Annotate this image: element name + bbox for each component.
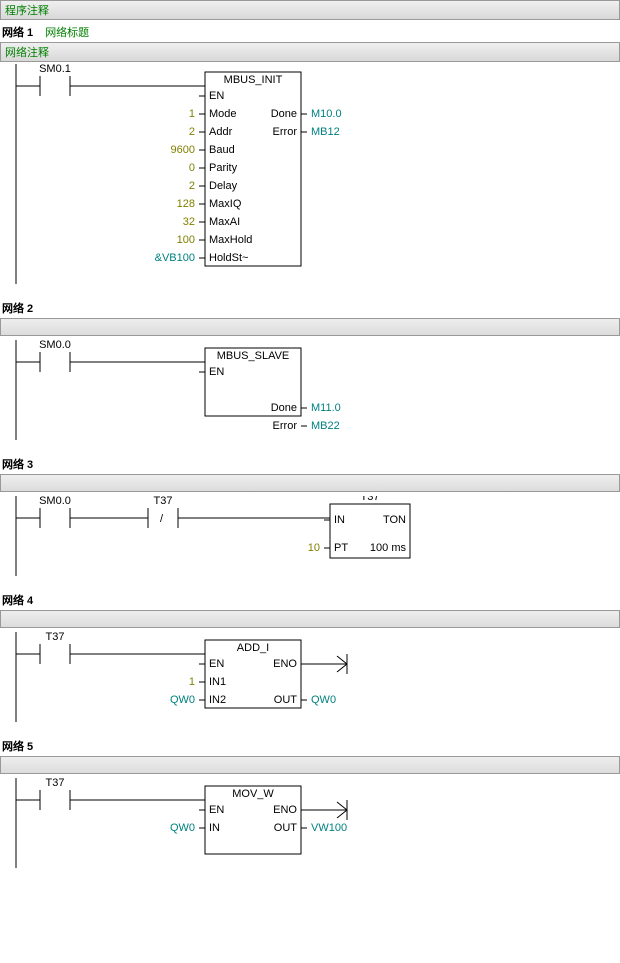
svg-text:ADD_I: ADD_I [237,642,269,654]
ladder-rung: SM0.1 MBUS_INITEN Mode 1 Addr 2 Baud 9600 Parity… [0,64,620,284]
svg-text:10: 10 [308,542,320,554]
svg-text:EN: EN [209,658,224,670]
svg-text:SM0.1: SM0.1 [39,64,71,75]
svg-text:Mode: Mode [209,108,237,120]
svg-text:EN: EN [209,366,224,378]
svg-text:TON: TON [383,514,406,526]
svg-text:/: / [160,513,164,525]
svg-text:Parity: Parity [209,162,238,174]
svg-text:T37: T37 [46,778,65,789]
svg-text:Done: Done [271,402,297,414]
svg-text:IN1: IN1 [209,676,226,688]
svg-text:T37: T37 [46,632,65,643]
svg-text:IN2: IN2 [209,694,226,706]
svg-text:MB22: MB22 [311,420,340,432]
svg-text:Done: Done [271,108,297,120]
ladder-rung: T37 ADD_I EN IN1 1 IN2 QW0 ENO OUT QW0 [0,632,620,722]
svg-text:ENO: ENO [273,804,297,816]
svg-text:IN: IN [334,514,345,526]
svg-text:EN: EN [209,804,224,816]
svg-text:MaxHold: MaxHold [209,234,252,246]
svg-text:OUT: OUT [274,694,298,706]
ladder-rung: T37 MOV_W EN IN QW0 ENO OUT VW100 [0,778,620,868]
svg-text:MB12: MB12 [311,126,340,138]
network-title: 网络 3 [0,454,620,474]
svg-text:MOV_W: MOV_W [232,788,274,800]
network-bar [0,756,620,774]
svg-text:1: 1 [189,676,195,688]
network-bar [0,318,620,336]
svg-text:IN: IN [209,822,220,834]
svg-text:Baud: Baud [209,144,235,156]
network-bar [0,610,620,628]
program-comment-bar: 程序注释 [0,0,620,20]
svg-text:100 ms: 100 ms [370,542,407,554]
svg-text:Error: Error [273,420,298,432]
svg-text:VW100: VW100 [311,822,347,834]
svg-text:QW0: QW0 [311,694,336,706]
svg-text:QW0: QW0 [170,822,195,834]
svg-text:M10.0: M10.0 [311,108,342,120]
svg-text:9600: 9600 [171,144,195,156]
svg-text:32: 32 [183,216,195,228]
svg-text:MBUS_SLAVE: MBUS_SLAVE [217,350,290,362]
network-title: 网络 1网络标题 [0,22,620,42]
svg-text:M11.0: M11.0 [311,402,341,414]
network-comment-bar: 网络注释 [0,42,620,62]
svg-text:ENO: ENO [273,658,297,670]
svg-text:SM0.0: SM0.0 [39,496,71,507]
network-bar [0,474,620,492]
network-title: 网络 2 [0,298,620,318]
svg-text:PT: PT [334,542,348,554]
ladder-rung: SM0.0 MBUS_SLAVE EN Done M11.0 Error MB22 [0,340,620,440]
svg-text:&VB100: &VB100 [155,252,195,264]
svg-text:Error: Error [273,126,298,138]
svg-text:T37: T37 [154,496,173,507]
network-title: 网络 4 [0,590,620,610]
svg-text:SM0.0: SM0.0 [39,340,71,351]
svg-text:EN: EN [209,90,224,102]
svg-text:2: 2 [189,180,195,192]
svg-text:Delay: Delay [209,180,238,192]
svg-text:0: 0 [189,162,195,174]
ladder-rung: SM0.0 / T37 T37 IN TON PT 10 100 ms [0,496,620,576]
svg-text:Addr: Addr [209,126,233,138]
svg-text:100: 100 [177,234,195,246]
svg-text:T37: T37 [361,496,380,503]
svg-text:MBUS_INIT: MBUS_INIT [224,74,283,86]
svg-text:OUT: OUT [274,822,298,834]
svg-text:1: 1 [189,108,195,120]
svg-text:QW0: QW0 [170,694,195,706]
svg-text:MaxIQ: MaxIQ [209,198,242,210]
svg-text:MaxAI: MaxAI [209,216,240,228]
svg-text:128: 128 [177,198,195,210]
network-title: 网络 5 [0,736,620,756]
svg-text:HoldSt~: HoldSt~ [209,252,248,264]
svg-text:2: 2 [189,126,195,138]
